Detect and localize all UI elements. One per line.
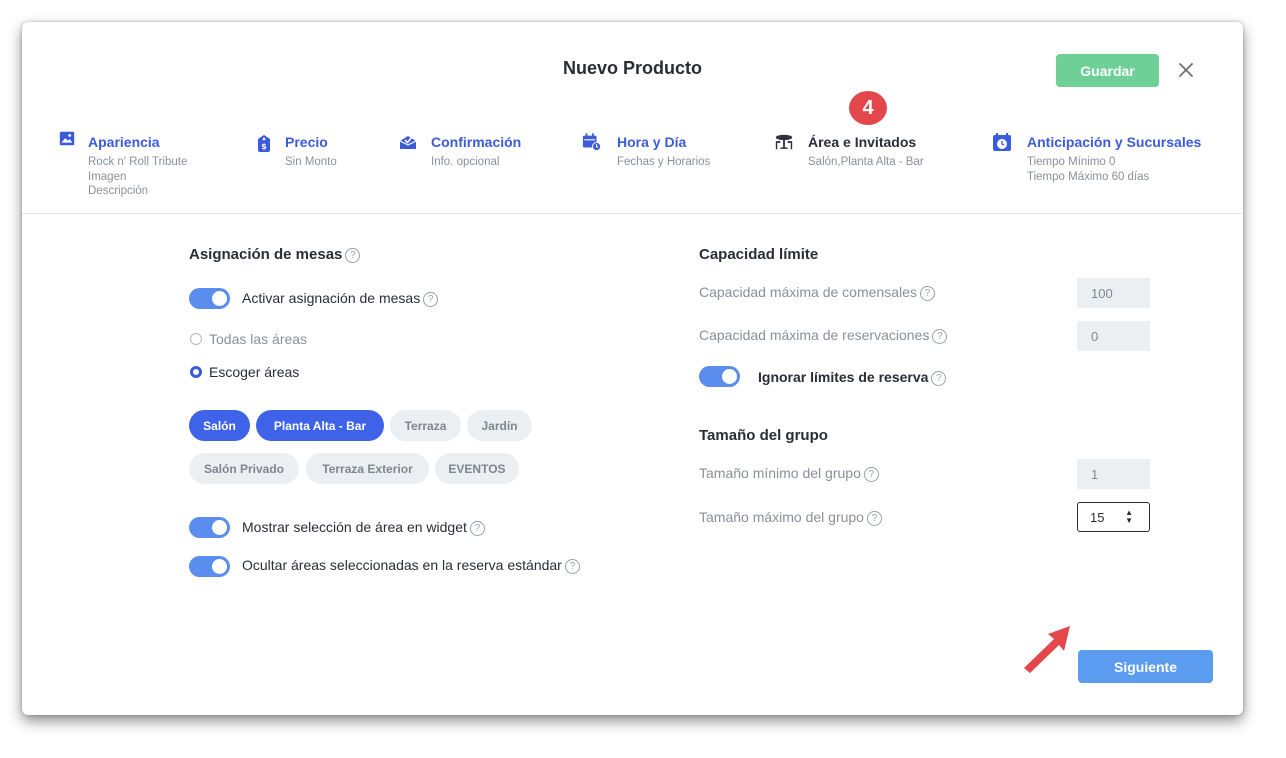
price-tag-icon: $ [258,135,270,152]
max-group-size-value: 15 [1090,509,1105,525]
help-icon[interactable]: ? [931,370,947,386]
step-label: Área e Invitados [808,134,917,150]
table-assignment-title: Asignación de mesas? [189,246,361,263]
new-product-modal: Nuevo Producto Guardar 4 Apariencia Rock… [22,22,1243,715]
help-icon[interactable]: ? [469,520,485,536]
svg-text:$: $ [261,142,267,151]
max-reservations-input[interactable]: 0 [1077,321,1150,351]
envelope-check-icon [399,136,417,149]
step-sub: Fechas y Horarios [617,156,711,168]
area-chip-planta-alta-bar[interactable]: Planta Alta - Bar [256,410,384,441]
show-area-widget-toggle[interactable] [189,517,230,538]
help-icon[interactable]: ? [863,466,879,482]
capacity-title: Capacidad límite [699,246,819,263]
step-number-badge: 4 [849,91,887,125]
ignore-limits-toggle[interactable] [699,366,740,387]
step-sub: Rock n' Roll Tribute Imagen Descripción [88,156,188,197]
image-icon [59,131,75,146]
pointer-arrow-icon [1024,626,1070,673]
max-guests-label: Capacidad máxima de comensales? [699,284,935,301]
max-guests-input[interactable]: 100 [1077,278,1150,308]
step-label: Confirmación [431,134,522,150]
activate-table-assignment-label: Activar asignación de mesas? [242,290,439,307]
close-icon[interactable] [1176,60,1196,80]
radio-choose-areas[interactable] [190,366,202,378]
max-group-size-input[interactable]: 15 ▲ ▼ [1077,502,1150,532]
step-sub: Sin Monto [285,156,337,168]
calendar-clock-icon [582,133,602,152]
area-chip-terraza-exterior[interactable]: Terraza Exterior [306,453,429,484]
show-area-widget-label: Mostrar selección de área en widget? [242,519,485,536]
max-group-size-label: Tamaño máximo del grupo? [699,509,882,526]
min-group-size-label: Tamaño mínimo del grupo? [699,465,879,482]
area-chip-salon[interactable]: Salón [189,410,250,441]
calendar-timer-icon [993,133,1011,151]
help-icon[interactable]: ? [866,510,882,526]
step-label: Precio [285,134,328,150]
help-icon[interactable]: ? [932,328,948,344]
hide-selected-areas-toggle[interactable] [189,556,230,577]
help-icon[interactable]: ? [345,247,361,263]
min-group-size-input[interactable]: 1 [1077,459,1150,489]
group-size-title: Tamaño del grupo [699,427,828,444]
step-sub: Info. opcional [431,156,500,168]
area-chip-jardin[interactable]: Jardín [467,410,532,441]
ignore-limits-label: Ignorar límites de reserva? [758,369,947,386]
radio-choose-areas-label: Escoger áreas [209,364,300,380]
step-label: Hora y Día [617,134,687,150]
area-chip-salon-privado[interactable]: Salón Privado [189,453,299,484]
hide-selected-areas-label: Ocultar áreas seleccionadas en la reserv… [242,557,580,574]
table-chairs-icon [775,134,793,150]
help-icon[interactable]: ? [423,291,439,307]
area-chip-eventos[interactable]: EVENTOS [435,453,519,484]
radio-all-areas-label: Todas las áreas [209,331,308,347]
area-chip-terraza[interactable]: Terraza [390,410,461,441]
header-divider [22,213,1243,214]
step-sub: Tiempo Mínimo 0 Tiempo Máximo 60 días [1027,156,1150,183]
radio-all-areas[interactable] [190,333,202,345]
step-label: Anticipación y Sucursales [1027,134,1202,150]
next-button[interactable]: Siguiente [1078,650,1213,683]
activate-table-assignment-toggle[interactable] [189,288,230,309]
number-spinner-icon[interactable]: ▲ ▼ [1125,509,1133,525]
step-sub: Salón,Planta Alta - Bar [808,156,924,168]
help-icon[interactable]: ? [564,558,580,574]
save-button[interactable]: Guardar [1056,54,1159,87]
help-icon[interactable]: ? [919,285,935,301]
max-reservations-label: Capacidad máxima de reservaciones? [699,327,948,344]
step-label: Apariencia [88,134,160,150]
